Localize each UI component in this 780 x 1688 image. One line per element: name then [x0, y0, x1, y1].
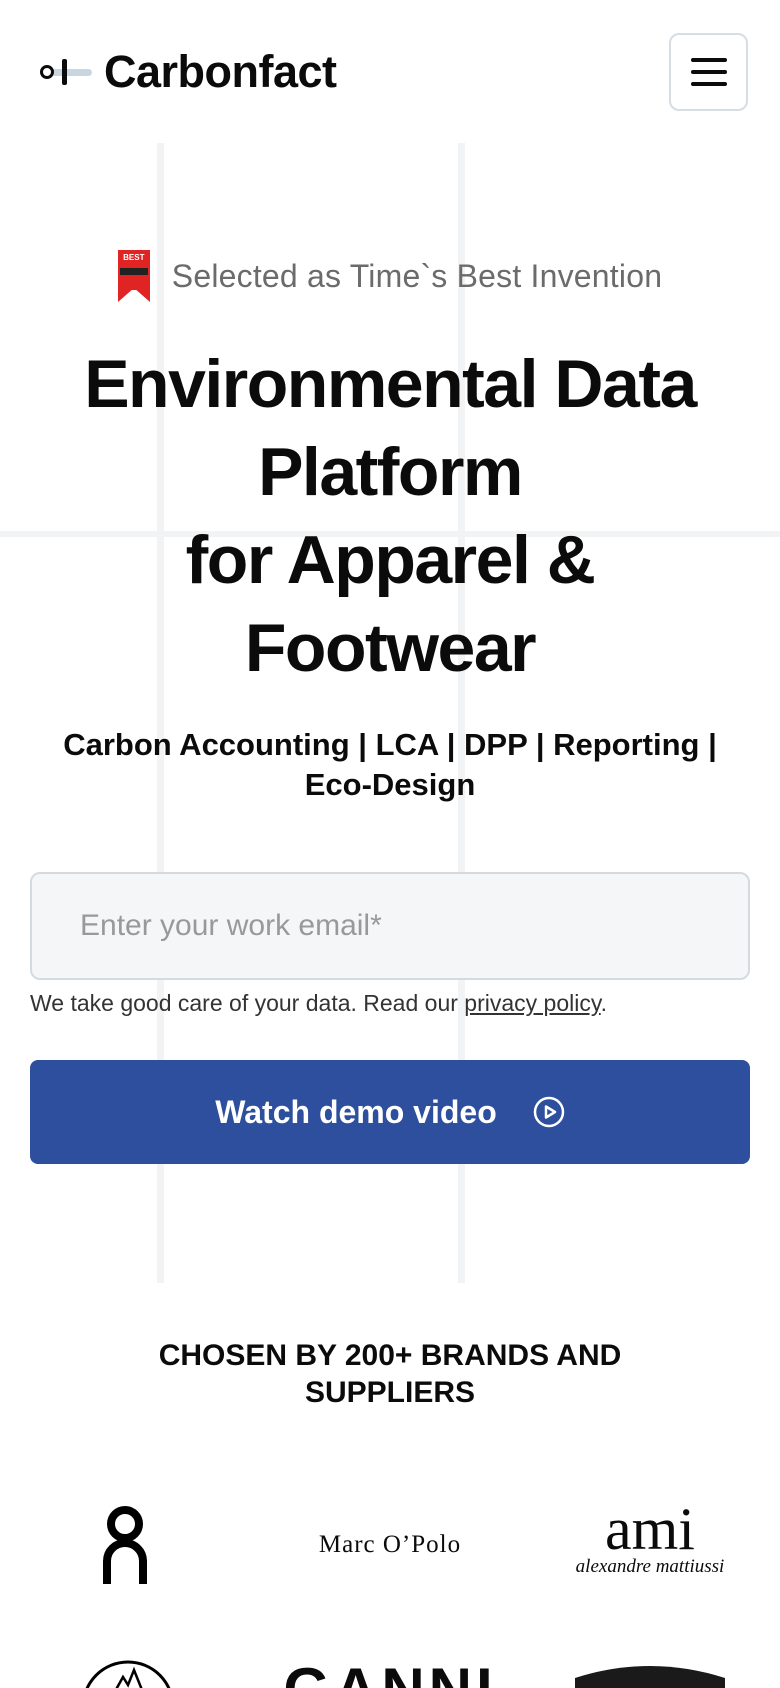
hero-title-line: for Apparel &	[185, 522, 596, 598]
play-circle-icon	[533, 1096, 564, 1128]
hero-title-line: Footwear	[244, 610, 537, 686]
carbonfact-logo-icon	[34, 52, 94, 92]
ganni-logo: GANNI	[283, 1655, 492, 1688]
hero-subtitle: Carbon Accounting | LCA | DPP | Reportin…	[63, 727, 717, 802]
dark-badge-brand-logo	[575, 1660, 725, 1688]
marc-opolo-logo: Marc O’Polo	[318, 1531, 462, 1558]
mountain-brand-logo	[78, 1655, 178, 1688]
hero-title: Environmental Data Platform for Apparel …	[20, 340, 760, 692]
privacy-note: We take good care of your data. Read our…	[30, 990, 608, 1016]
hero-title-line: Platform	[258, 434, 523, 510]
time-best-inventions-icon: BEST	[117, 250, 150, 302]
brand-logo[interactable]: Carbonfact	[34, 44, 337, 100]
brand-name: Carbonfact	[104, 46, 337, 97]
hero-title-line: Environmental Data	[84, 346, 697, 422]
privacy-policy-link[interactable]: privacy policy	[464, 990, 600, 1016]
work-email-input[interactable]	[30, 872, 750, 980]
brands-heading: CHOSEN BY 200+ BRANDS AND SUPPLIERS	[158, 1339, 622, 1409]
watch-demo-label: Watch demo video	[215, 1093, 497, 1130]
ami-logo: ami alexandre mattiussi	[575, 1496, 725, 1577]
badge-text: Selected as Time`s Best Invention	[171, 257, 663, 294]
on-brand-logo	[80, 1500, 170, 1590]
site-header: Carbonfact	[0, 0, 780, 143]
watch-demo-button[interactable]: Watch demo video	[30, 1060, 750, 1164]
hamburger-menu-icon	[690, 58, 727, 62]
hamburger-menu-button[interactable]	[669, 33, 748, 111]
time-award-badge: BEST Selected as Time`s Best Invention	[0, 250, 780, 302]
